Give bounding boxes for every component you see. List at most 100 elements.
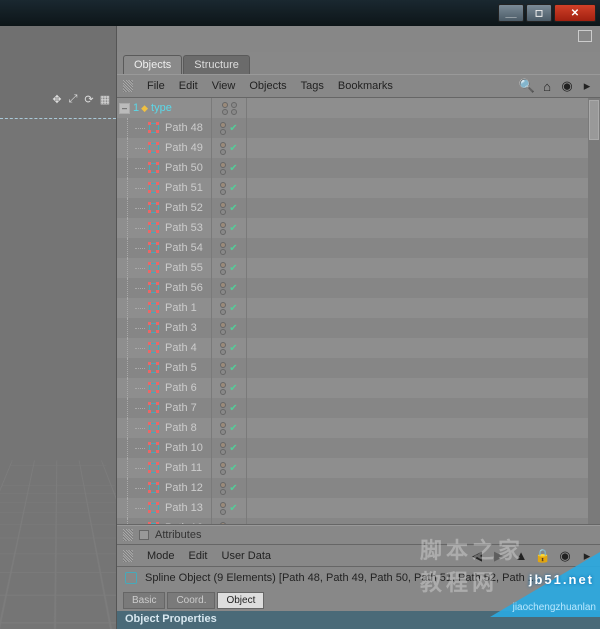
nav-back-icon[interactable]: ◀ bbox=[470, 549, 484, 563]
visibility-dots[interactable]: ✔ bbox=[212, 418, 246, 438]
scrollbar-thumb[interactable] bbox=[589, 100, 599, 140]
check-icon[interactable]: ✔ bbox=[229, 223, 237, 234]
menu-tags[interactable]: Tags bbox=[301, 80, 324, 92]
close-button[interactable]: ✕ bbox=[554, 4, 596, 22]
tree-item[interactable]: Path 11 bbox=[117, 458, 211, 478]
menu-view[interactable]: View bbox=[212, 80, 236, 92]
minimize-button[interactable]: __ bbox=[498, 4, 524, 22]
check-icon[interactable]: ✔ bbox=[229, 143, 237, 154]
tree-item[interactable]: Path 12 bbox=[117, 478, 211, 498]
tree-item[interactable]: Path 54 bbox=[117, 238, 211, 258]
tree-item[interactable]: Path 55 bbox=[117, 258, 211, 278]
visibility-dots[interactable] bbox=[212, 98, 246, 118]
visibility-dots[interactable]: ✔ bbox=[212, 438, 246, 458]
check-icon[interactable]: ✔ bbox=[229, 243, 237, 254]
check-icon[interactable]: ✔ bbox=[229, 363, 237, 374]
check-icon[interactable]: ✔ bbox=[229, 483, 237, 494]
attr-tab-object[interactable]: Object bbox=[217, 592, 264, 609]
viewport-3d[interactable] bbox=[0, 118, 116, 629]
eye-icon[interactable]: ◉ bbox=[560, 79, 574, 93]
vp-rotate-icon[interactable]: ⟳ bbox=[82, 92, 96, 106]
collapse-icon[interactable] bbox=[139, 530, 149, 540]
visibility-dots[interactable]: ✔ bbox=[212, 358, 246, 378]
check-icon[interactable]: ✔ bbox=[229, 503, 237, 514]
visibility-dots[interactable]: ✔ bbox=[212, 138, 246, 158]
check-icon[interactable]: ✔ bbox=[229, 343, 237, 354]
visibility-dots[interactable]: ✔ bbox=[212, 118, 246, 138]
check-icon[interactable]: ✔ bbox=[229, 463, 237, 474]
check-icon[interactable]: ✔ bbox=[229, 263, 237, 274]
tree-scrollbar[interactable] bbox=[588, 98, 600, 524]
visibility-dots[interactable]: ✔ bbox=[212, 258, 246, 278]
visibility-dots[interactable]: ✔ bbox=[212, 218, 246, 238]
menu-file[interactable]: File bbox=[147, 80, 165, 92]
tree-item[interactable]: Path 52 bbox=[117, 198, 211, 218]
menu-objects[interactable]: Objects bbox=[249, 80, 286, 92]
visibility-dots[interactable]: ✔ bbox=[212, 278, 246, 298]
tree-item[interactable]: Path 51 bbox=[117, 178, 211, 198]
collapse-icon[interactable]: – bbox=[119, 103, 130, 114]
tree-item[interactable]: Path 50 bbox=[117, 158, 211, 178]
check-icon[interactable]: ✔ bbox=[229, 323, 237, 334]
visibility-dots[interactable]: ✔ bbox=[212, 318, 246, 338]
nav-up-icon[interactable]: ▲ bbox=[514, 549, 528, 563]
attr-menu-mode[interactable]: Mode bbox=[147, 550, 175, 562]
grip-icon[interactable] bbox=[123, 529, 133, 541]
tree-item[interactable]: Path 1 bbox=[117, 298, 211, 318]
check-icon[interactable]: ✔ bbox=[229, 163, 237, 174]
maximize-button[interactable]: ◻ bbox=[526, 4, 552, 22]
tree-item[interactable]: Path 53 bbox=[117, 218, 211, 238]
visibility-dots[interactable]: ✔ bbox=[212, 238, 246, 258]
check-icon[interactable]: ✔ bbox=[229, 303, 237, 314]
tree-item[interactable]: Path 49 bbox=[117, 138, 211, 158]
visibility-dots[interactable]: ✔ bbox=[212, 338, 246, 358]
lock-icon[interactable]: 🔒 bbox=[536, 549, 550, 563]
panel-menu-icon[interactable]: ▸ bbox=[580, 79, 594, 93]
visibility-dots[interactable]: ✔ bbox=[212, 398, 246, 418]
attr-tab-basic[interactable]: Basic bbox=[123, 592, 165, 609]
attr-menu-edit[interactable]: Edit bbox=[189, 550, 208, 562]
tree-item[interactable]: Path 3 bbox=[117, 318, 211, 338]
tree-item[interactable]: Path 4 bbox=[117, 338, 211, 358]
visibility-dots[interactable]: ✔ bbox=[212, 498, 246, 518]
tree-item[interactable]: Path 16 bbox=[117, 518, 211, 525]
tree-item[interactable]: Path 6 bbox=[117, 378, 211, 398]
check-icon[interactable]: ✔ bbox=[229, 383, 237, 394]
check-icon[interactable]: ✔ bbox=[229, 283, 237, 294]
dock-icon[interactable] bbox=[578, 30, 592, 42]
grip-icon[interactable] bbox=[123, 550, 133, 562]
vp-layout-icon[interactable]: ▦ bbox=[98, 92, 112, 106]
menu-edit[interactable]: Edit bbox=[179, 80, 198, 92]
visibility-dots[interactable]: ✔ bbox=[212, 478, 246, 498]
visibility-dots[interactable]: ✔ bbox=[212, 178, 246, 198]
visibility-dots[interactable]: ✔ bbox=[212, 298, 246, 318]
tree-item[interactable]: Path 48 bbox=[117, 118, 211, 138]
tree-item[interactable]: Path 8 bbox=[117, 418, 211, 438]
check-icon[interactable]: ✔ bbox=[229, 183, 237, 194]
home-icon[interactable]: ⌂ bbox=[540, 79, 554, 93]
visibility-dots[interactable]: ✔ bbox=[212, 158, 246, 178]
tree-item[interactable]: Path 13 bbox=[117, 498, 211, 518]
visibility-dots[interactable]: ✔ bbox=[212, 458, 246, 478]
new-icon[interactable]: ◉ bbox=[558, 549, 572, 563]
tree-item[interactable]: Path 5 bbox=[117, 358, 211, 378]
menu-bookmarks[interactable]: Bookmarks bbox=[338, 80, 393, 92]
tab-structure[interactable]: Structure bbox=[183, 55, 250, 74]
check-icon[interactable]: ✔ bbox=[229, 423, 237, 434]
visibility-dots[interactable]: ✔ bbox=[212, 198, 246, 218]
nav-fwd-icon[interactable]: ▶ bbox=[492, 549, 506, 563]
vp-move-icon[interactable]: ✥ bbox=[50, 92, 64, 106]
check-icon[interactable]: ✔ bbox=[229, 403, 237, 414]
tree-item[interactable]: Path 56 bbox=[117, 278, 211, 298]
visibility-dots[interactable]: ✔ bbox=[212, 518, 246, 525]
grip-icon[interactable] bbox=[123, 80, 133, 92]
check-icon[interactable]: ✔ bbox=[229, 123, 237, 134]
tab-objects[interactable]: Objects bbox=[123, 55, 182, 74]
tree-root[interactable]: –1◆type bbox=[117, 98, 211, 118]
vp-zoom-icon[interactable]: ⤢ bbox=[66, 92, 80, 106]
tree-item[interactable]: Path 7 bbox=[117, 398, 211, 418]
attr-tab-coord[interactable]: Coord. bbox=[167, 592, 215, 609]
attr-menu-userdata[interactable]: User Data bbox=[222, 550, 272, 562]
visibility-dots[interactable]: ✔ bbox=[212, 378, 246, 398]
check-icon[interactable]: ✔ bbox=[229, 443, 237, 454]
